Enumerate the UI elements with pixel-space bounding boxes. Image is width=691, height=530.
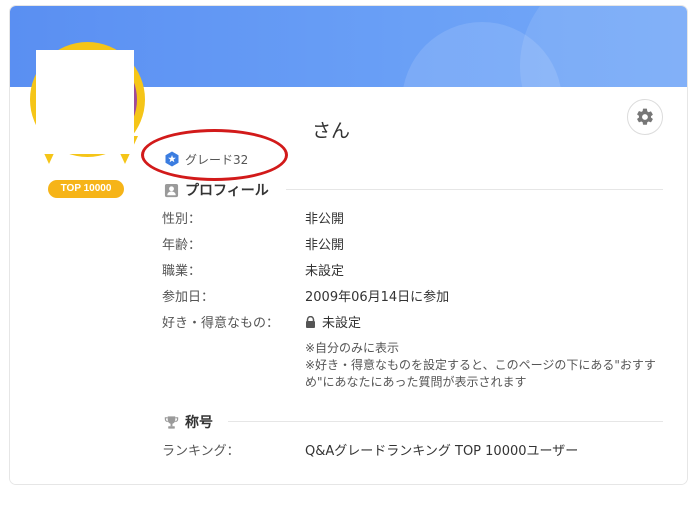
titles-section-title: 称号 xyxy=(164,412,213,432)
rank-badge: TOP 10000 xyxy=(48,180,124,198)
interests-hint-line2: め"にあなたにあった質問が表示されます xyxy=(305,375,527,389)
row-label: ランキング： xyxy=(162,444,240,459)
avatar[interactable] xyxy=(36,50,134,154)
row-value: Q&Aグレードランキング TOP 10000ユーザー xyxy=(305,444,579,459)
section-divider xyxy=(286,189,663,190)
row-value-private: 未設定 xyxy=(305,315,361,333)
row-label: 年齢： xyxy=(162,238,202,253)
row-value: 未設定 xyxy=(305,264,345,279)
lock-icon xyxy=(306,316,315,328)
annotation-circle xyxy=(141,129,288,181)
titles-title: 称号 xyxy=(185,415,213,431)
row-value: 2009年06月14日に参加 xyxy=(305,290,450,305)
row-label: 好き・得意なもの： xyxy=(162,316,280,331)
private-note: ※自分のみに表示 xyxy=(305,341,400,355)
row-value: 非公開 xyxy=(305,212,345,227)
row-value: 未設定 xyxy=(322,316,362,331)
trophy-icon xyxy=(164,415,179,429)
settings-button[interactable] xyxy=(627,99,663,135)
user-name: さん xyxy=(312,120,351,142)
row-label: 参加日： xyxy=(162,290,215,305)
profile-title: プロフィール xyxy=(185,183,269,199)
interests-hint-line1: ※好き・得意なものを設定すると、このページの下にある"おすす xyxy=(305,358,656,372)
row-value: 非公開 xyxy=(305,238,345,253)
banner-decoration xyxy=(520,6,687,87)
profile-section-title: プロフィール xyxy=(164,180,269,200)
section-divider xyxy=(228,421,663,422)
gear-icon xyxy=(637,108,653,125)
row-label: 職業： xyxy=(162,264,202,279)
row-label: 性別： xyxy=(162,212,202,227)
profile-card-icon xyxy=(164,183,179,197)
